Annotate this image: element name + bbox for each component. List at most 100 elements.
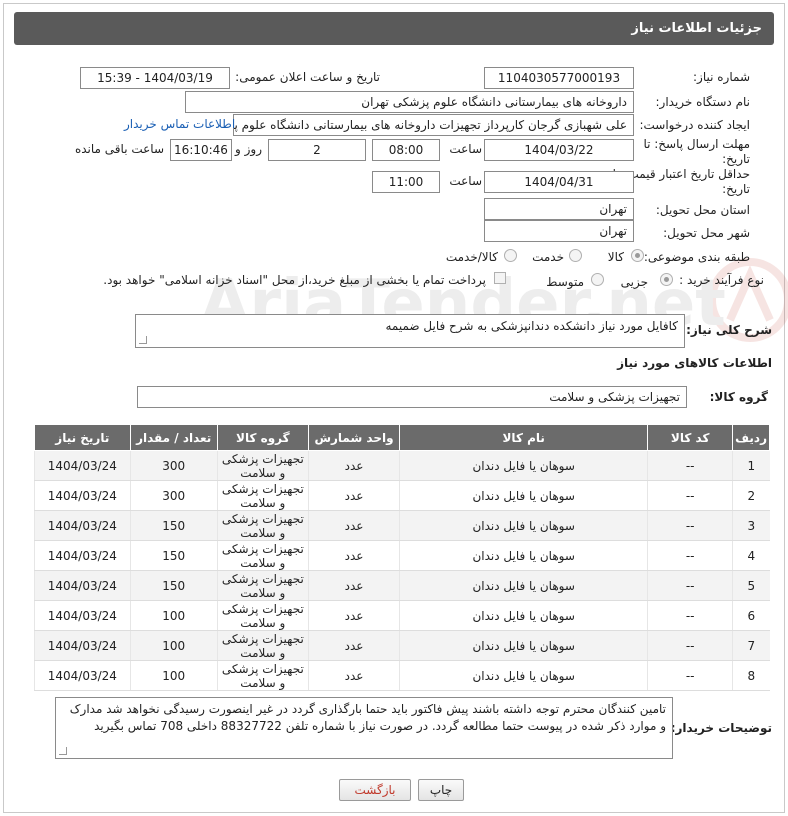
cell-date: 1404/03/24 bbox=[34, 510, 131, 541]
col-header-date: تاریخ نیاز bbox=[34, 424, 131, 451]
deadline-time-label: ساعت bbox=[449, 142, 482, 156]
category-radio-both[interactable] bbox=[504, 249, 517, 262]
days-label: روز و bbox=[235, 142, 262, 156]
cell-date: 1404/03/24 bbox=[34, 480, 131, 511]
announce-label: تاریخ و ساعت اعلان عمومی: bbox=[235, 70, 380, 84]
cell-group: تجهیزات پزشکی و سلامت bbox=[216, 600, 309, 631]
goods-group-field[interactable]: تجهیزات پزشکی و سلامت bbox=[137, 386, 687, 408]
cell-date: 1404/03/24 bbox=[34, 600, 131, 631]
cell-quantity: 150 bbox=[129, 510, 218, 541]
cell-name: سوهان یا فایل دندان bbox=[399, 570, 648, 601]
cell-group: تجهیزات پزشکی و سلامت bbox=[216, 540, 309, 571]
description-textarea[interactable]: کافایل مورد نیاز دانشکده دندانپزشکی به ش… bbox=[135, 314, 685, 348]
cell-row-number: 5 bbox=[732, 570, 770, 601]
cell-code: -- bbox=[647, 600, 733, 631]
col-header-code: کد کالا bbox=[647, 424, 734, 451]
process-option-medium: متوسط bbox=[546, 275, 584, 289]
cell-row-number: 7 bbox=[732, 630, 770, 661]
cell-code: -- bbox=[647, 570, 733, 601]
creator-label: ایجاد کننده درخواست: bbox=[639, 118, 750, 132]
cell-row-number: 8 bbox=[732, 660, 770, 691]
cell-date: 1404/03/24 bbox=[34, 570, 131, 601]
cell-group: تجهیزات پزشکی و سلامت bbox=[216, 570, 309, 601]
page-title: جزئیات اطلاعات نیاز bbox=[631, 21, 762, 36]
cell-group: تجهیزات پزشکی و سلامت bbox=[216, 660, 309, 691]
cell-unit: عدد bbox=[307, 660, 400, 691]
col-header-group: گروه کالا bbox=[216, 424, 309, 451]
cell-quantity: 300 bbox=[129, 480, 218, 511]
cell-name: سوهان یا فایل دندان bbox=[399, 660, 648, 691]
deadline-date-field[interactable]: 1404/03/22 bbox=[484, 139, 634, 161]
table-row: 8 -- سوهان یا فایل دندان عدد تجهیزات پزش… bbox=[34, 660, 770, 691]
col-header-row-number: ردیف bbox=[732, 424, 770, 451]
cell-date: 1404/03/24 bbox=[34, 540, 131, 571]
cell-group: تجهیزات پزشکی و سلامت bbox=[216, 480, 309, 511]
table-row: 2 -- سوهان یا فایل دندان عدد تجهیزات پزش… bbox=[34, 480, 770, 511]
city-label: شهر محل تحویل: bbox=[663, 226, 750, 240]
cell-name: سوهان یا فایل دندان bbox=[399, 600, 648, 631]
cell-date: 1404/03/24 bbox=[34, 450, 131, 481]
cell-unit: عدد bbox=[307, 570, 400, 601]
cell-unit: عدد bbox=[307, 540, 400, 571]
creator-field[interactable]: علی شهبازی گرجان کارپرداز تجهیزات داروخا… bbox=[233, 114, 634, 136]
remaining-label: ساعت باقی مانده bbox=[74, 142, 164, 156]
cell-unit: عدد bbox=[307, 630, 400, 661]
cell-unit: عدد bbox=[307, 600, 400, 631]
buyer-notes-textarea[interactable]: تامین کنندگان محترم توجه داشته باشند پیش… bbox=[55, 697, 673, 759]
need-number-field[interactable]: 1104030577000193 bbox=[484, 67, 634, 89]
deadline-label: مهلت ارسال پاسخ: تا تاریخ: bbox=[643, 137, 750, 166]
resize-handle-icon[interactable] bbox=[139, 336, 147, 344]
need-number-label: شماره نیاز: bbox=[693, 70, 750, 84]
table-row: 3 -- سوهان یا فایل دندان عدد تجهیزات پزش… bbox=[34, 510, 770, 541]
col-header-unit: واحد شمارش bbox=[307, 424, 401, 451]
cell-quantity: 150 bbox=[129, 570, 218, 601]
cell-name: سوهان یا فایل دندان bbox=[399, 630, 648, 661]
cell-code: -- bbox=[647, 480, 733, 511]
cell-quantity: 100 bbox=[129, 660, 218, 691]
buyer-org-label: نام دستگاه خریدار: bbox=[655, 95, 751, 109]
table-row: 5 -- سوهان یا فایل دندان عدد تجهیزات پزش… bbox=[34, 570, 770, 601]
col-header-name: نام کالا bbox=[399, 424, 649, 451]
process-radio-medium[interactable] bbox=[591, 273, 604, 286]
days-remaining-field[interactable]: 2 bbox=[268, 139, 366, 161]
treasury-checkbox[interactable] bbox=[494, 272, 506, 284]
process-radio-minor[interactable] bbox=[660, 273, 673, 286]
col-header-quantity: تعداد / مقدار bbox=[129, 424, 218, 451]
print-button[interactable]: چاپ bbox=[418, 779, 464, 801]
cell-code: -- bbox=[647, 660, 733, 691]
page-header: جزئیات اطلاعات نیاز bbox=[14, 12, 774, 45]
city-field[interactable]: تهران bbox=[484, 220, 634, 242]
cell-group: تجهیزات پزشکی و سلامت bbox=[216, 630, 309, 661]
cell-name: سوهان یا فایل دندان bbox=[399, 510, 648, 541]
buyer-org-field[interactable]: داروخانه های بیمارستانی دانشگاه علوم پزش… bbox=[185, 91, 634, 113]
cell-date: 1404/03/24 bbox=[34, 630, 131, 661]
cell-row-number: 1 bbox=[732, 450, 770, 481]
buyer-contact-link[interactable]: اطلاعات تماس خریدار bbox=[124, 117, 235, 131]
province-label: استان محل تحویل: bbox=[655, 203, 750, 217]
resize-handle-icon[interactable] bbox=[59, 747, 67, 755]
category-radio-service[interactable] bbox=[569, 249, 582, 262]
cell-name: سوهان یا فایل دندان bbox=[399, 540, 648, 571]
validity-date-field[interactable]: 1404/04/31 bbox=[484, 171, 634, 193]
buyer-notes-label: توضیحات خریدار: bbox=[670, 721, 772, 735]
validity-time-label: ساعت bbox=[449, 174, 482, 188]
cell-unit: عدد bbox=[307, 450, 400, 481]
cell-code: -- bbox=[647, 540, 733, 571]
remaining-time-field[interactable]: 16:10:46 bbox=[170, 139, 232, 161]
validity-time-field[interactable]: 11:00 bbox=[372, 171, 440, 193]
announce-field[interactable]: 1404/03/19 - 15:39 bbox=[80, 67, 230, 89]
category-radio-goods[interactable] bbox=[631, 249, 644, 262]
payment-note: پرداخت تمام یا بخشی از مبلغ خرید،از محل … bbox=[103, 273, 486, 287]
back-button[interactable]: بازگشت bbox=[339, 779, 411, 801]
category-label: طبقه بندی موضوعی: bbox=[643, 250, 750, 264]
cell-quantity: 100 bbox=[129, 600, 218, 631]
table-row: 4 -- سوهان یا فایل دندان عدد تجهیزات پزش… bbox=[34, 540, 770, 571]
cell-unit: عدد bbox=[307, 510, 400, 541]
buyer-notes-text: تامین کنندگان محترم توجه داشته باشند پیش… bbox=[69, 702, 666, 733]
cell-name: سوهان یا فایل دندان bbox=[399, 450, 648, 481]
category-option-goods: کالا bbox=[607, 250, 624, 264]
cell-code: -- bbox=[647, 630, 733, 661]
province-field[interactable]: تهران bbox=[484, 198, 634, 220]
cell-code: -- bbox=[647, 450, 733, 481]
deadline-time-field[interactable]: 08:00 bbox=[372, 139, 440, 161]
